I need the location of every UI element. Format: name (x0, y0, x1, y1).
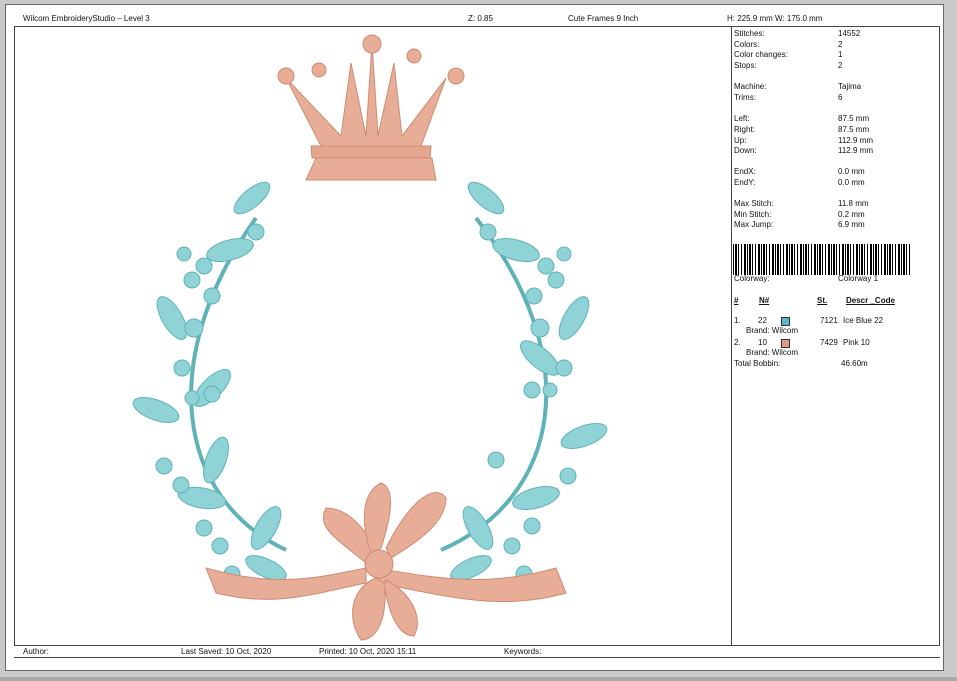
right-label: Right: (734, 125, 755, 134)
endx-value: 0.0 mm (838, 167, 865, 176)
right-value: 87.5 mm (838, 125, 870, 134)
col-index-header: # (734, 296, 739, 305)
color-changes-value: 1 (838, 50, 843, 59)
author-label: Author: (23, 647, 49, 656)
max-jump-value: 6.9 mm (838, 220, 865, 229)
total-bobbin-value: 46.60m (841, 359, 868, 368)
trims-label: Trims: (734, 93, 756, 102)
design-name: Cute Frames 9 Inch (568, 14, 639, 23)
max-stitch-value: 11.8 mm (838, 199, 869, 208)
color-changes-label: Color changes: (734, 50, 788, 59)
thread-stitches: 7121 (820, 316, 838, 325)
design-dimensions: H: 225.9 mm W: 175.0 mm (727, 14, 823, 23)
down-value: 112.9 mm (838, 146, 873, 155)
left-label: Left: (734, 114, 750, 123)
machine-label: Machine: (734, 82, 767, 91)
colors-value: 2 (838, 40, 843, 49)
zoom-level: Z: 0.85 (468, 14, 493, 23)
crown-motif (277, 34, 465, 181)
machine-value: Tajima (838, 82, 862, 91)
down-label: Down: (734, 146, 757, 155)
endy-label: EndY: (734, 178, 756, 187)
stops-value: 2 (838, 61, 843, 70)
thread-number: 22 (758, 316, 767, 325)
col-stitches-header: St. (817, 296, 828, 305)
thread-index: 2. (734, 338, 741, 347)
horizontal-scrollbar[interactable] (0, 677, 957, 681)
thread-description: Ice Blue 22 (843, 316, 884, 325)
printed-date: Printed: 10 Oct, 2020 15:11 (319, 647, 417, 656)
up-label: Up: (734, 136, 747, 145)
trims-value: 6 (838, 93, 843, 102)
thread-stitches: 7429 (820, 338, 838, 347)
max-stitch-label: Max Stitch: (734, 199, 774, 208)
up-value: 112.9 mm (838, 136, 873, 145)
colorway-label: Colorway: (734, 274, 770, 283)
left-value: 87.5 mm (838, 114, 870, 123)
thread-description: Pink 10 (843, 338, 870, 347)
min-stitch-label: Min Stitch: (734, 210, 772, 219)
embroidery-design-preview (132, 34, 608, 641)
col-description-header: Descr _Code (846, 296, 895, 305)
thread-color-swatch (781, 339, 790, 348)
thread-brand: Brand: Wilcom (746, 348, 799, 357)
min-stitch-value: 0.2 mm (838, 210, 865, 219)
keywords-label: Keywords: (504, 647, 542, 656)
last-saved: Last Saved: 10 Oct, 2020 (181, 647, 272, 656)
thread-color-swatch (781, 317, 790, 326)
panel-divider (731, 27, 732, 645)
col-number-header: N# (759, 296, 770, 305)
thread-index: 1. (734, 316, 741, 325)
thread-number: 10 (758, 338, 767, 347)
barcode (733, 244, 911, 275)
total-bobbin-label: Total Bobbin: (734, 359, 781, 368)
endx-label: EndX: (734, 167, 756, 176)
stitches-label: Stitches: (734, 29, 765, 38)
colorway-value: Colorway 1 (838, 274, 879, 283)
endy-value: 0.0 mm (838, 178, 865, 187)
footer-frame (14, 657, 940, 666)
colors-label: Colors: (734, 40, 760, 49)
stops-label: Stops: (734, 61, 757, 70)
design-info-panel: Stitches: 14552 Colors: 2 Color changes: 1 … (733, 29, 938, 643)
stitches-value: 14552 (838, 29, 861, 38)
app-title: Wilcom EmbroideryStudio – Level 3 (23, 14, 150, 23)
thread-brand: Brand: Wilcom (746, 326, 799, 335)
max-jump-label: Max Jump: (734, 220, 774, 229)
